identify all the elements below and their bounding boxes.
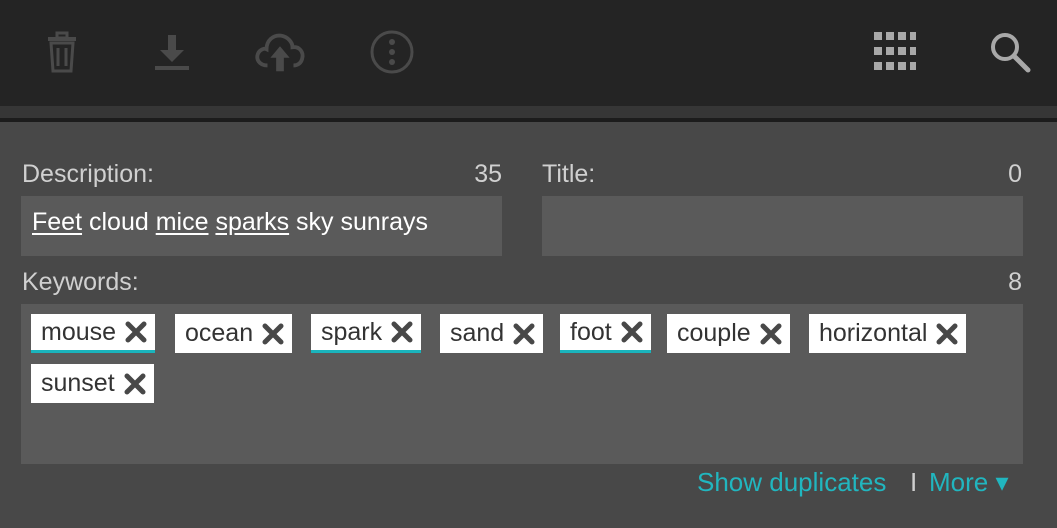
description-field[interactable]: Feet cloud mice sparks sky sunrays: [21, 196, 502, 256]
keyword-tag-label: sunset: [41, 369, 115, 397]
description-text[interactable]: Feet cloud mice sparks sky sunrays: [32, 208, 428, 237]
more-link[interactable]: More ▾: [929, 466, 1009, 498]
keyword-tag-label: couple: [677, 319, 751, 347]
toolbar-divider: [0, 106, 1057, 118]
remove-keyword-icon[interactable]: [513, 323, 535, 345]
remove-keyword-icon[interactable]: [125, 321, 147, 343]
remove-keyword-icon[interactable]: [760, 323, 782, 345]
remove-keyword-icon[interactable]: [936, 323, 958, 345]
keyword-tag[interactable]: horizontal: [809, 314, 967, 353]
keywords-label: Keywords:: [22, 268, 139, 296]
keyword-tag[interactable]: spark: [311, 314, 422, 353]
link-separator: I: [910, 467, 918, 497]
remove-keyword-icon[interactable]: [262, 323, 284, 345]
keyword-tag-label: ocean: [185, 319, 254, 347]
remove-keyword-icon[interactable]: [391, 321, 413, 343]
keywords-count: 8: [1008, 268, 1022, 296]
title-label: Title:: [542, 160, 596, 188]
keyword-tag-label: foot: [570, 317, 612, 346]
keyword-tag[interactable]: sunset: [31, 364, 154, 403]
description-word: sparks: [215, 208, 290, 236]
keyword-tag-label: spark: [321, 317, 383, 346]
trash-icon[interactable]: [36, 26, 88, 78]
keyword-tag[interactable]: couple: [667, 314, 790, 353]
keyword-tag[interactable]: mouse: [31, 314, 156, 353]
description-word: sunrays: [340, 208, 429, 236]
download-icon[interactable]: [146, 26, 198, 78]
search-icon[interactable]: [984, 26, 1036, 78]
keyword-tag[interactable]: foot: [560, 314, 651, 353]
keyword-tag[interactable]: ocean: [175, 314, 293, 353]
description-word: sky: [296, 208, 334, 236]
toolbar-divider-line: [0, 118, 1057, 122]
keyword-tag-label: sand: [450, 319, 505, 347]
description-label: Description:: [22, 160, 154, 188]
remove-keyword-icon[interactable]: [124, 373, 146, 395]
remove-keyword-icon[interactable]: [621, 321, 643, 343]
description-word: cloud: [88, 208, 149, 236]
cloud-upload-icon[interactable]: [254, 26, 306, 78]
description-word: mice: [155, 208, 209, 236]
keyword-tag[interactable]: sand: [440, 314, 544, 353]
description-count: 35: [474, 160, 502, 188]
keyword-tag-label: mouse: [41, 317, 117, 346]
description-word: Feet: [32, 208, 83, 236]
title-count: 0: [1008, 160, 1022, 188]
toolbar: [0, 0, 1057, 106]
title-field[interactable]: [542, 196, 1023, 256]
more-options-icon[interactable]: [366, 26, 418, 78]
show-duplicates-link[interactable]: Show duplicates: [697, 466, 886, 498]
grid-icon[interactable]: [868, 26, 920, 78]
keyword-tag-label: horizontal: [819, 319, 928, 347]
